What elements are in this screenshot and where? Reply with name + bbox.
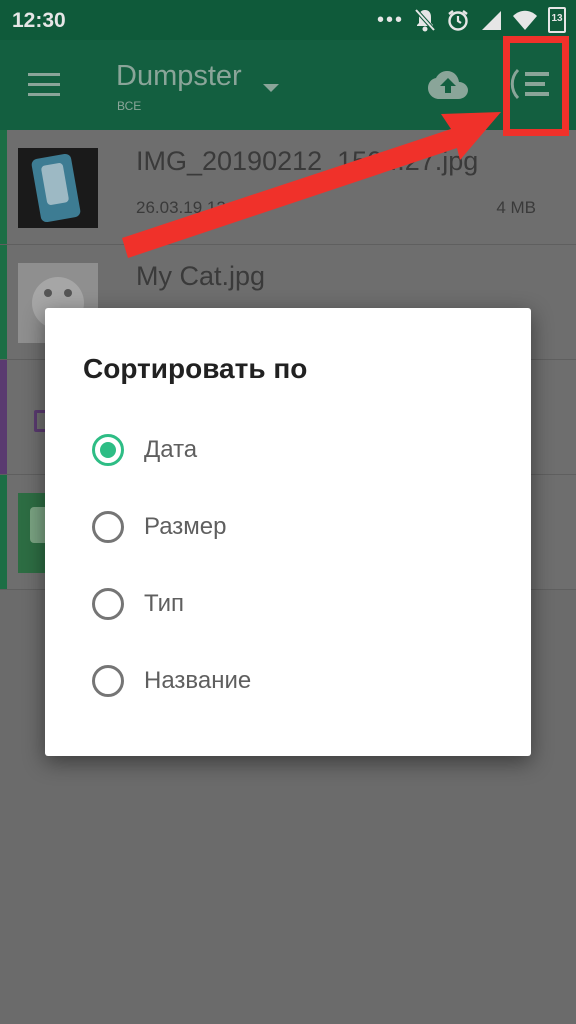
annotation-highlight-box bbox=[503, 36, 569, 136]
annotation-arrow bbox=[122, 112, 501, 258]
